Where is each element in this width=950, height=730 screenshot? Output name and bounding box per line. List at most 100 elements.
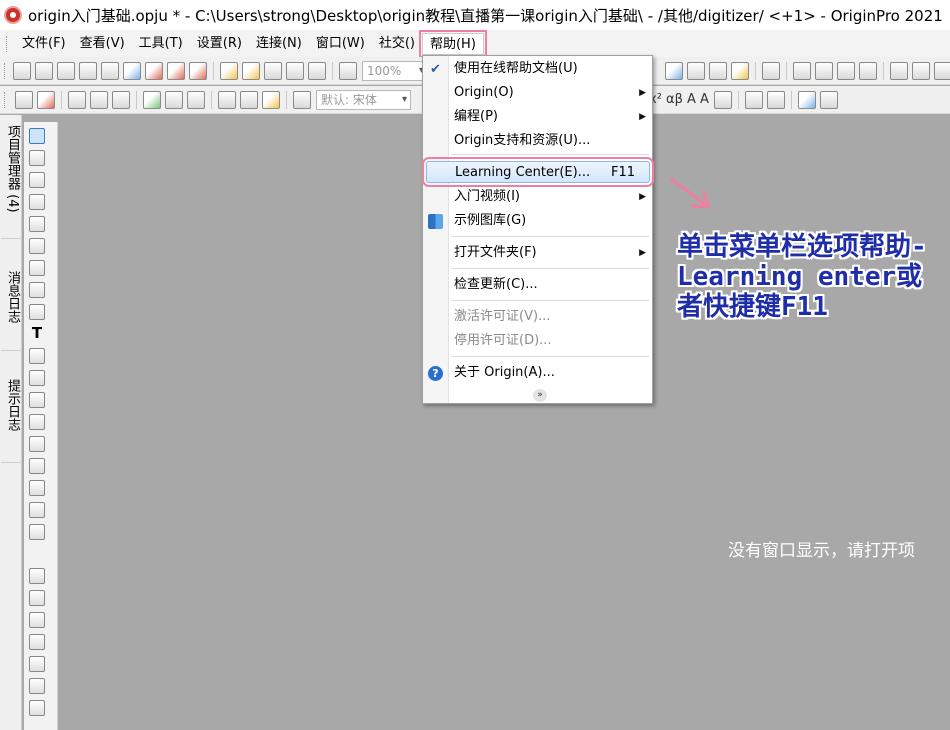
data-reader-tool-icon[interactable] bbox=[29, 238, 45, 254]
menu-item-check-updates[interactable]: 检查更新(C)... bbox=[423, 274, 652, 296]
zoom-in-tool-icon[interactable] bbox=[29, 150, 45, 166]
import-icon[interactable] bbox=[308, 61, 326, 80]
menu-tools[interactable]: 工具(T) bbox=[132, 33, 190, 55]
menu-item-origin[interactable]: Origin(O) ▶ bbox=[423, 82, 652, 104]
matrix-icon[interactable] bbox=[709, 61, 727, 80]
rectangle-tool-icon[interactable] bbox=[29, 414, 45, 430]
toolbar-separator bbox=[136, 90, 137, 109]
text-style-buttons[interactable]: x² αβ A A bbox=[649, 92, 709, 107]
folder-tool-icon[interactable] bbox=[29, 700, 45, 716]
zoom-out-tool-icon[interactable] bbox=[29, 172, 45, 188]
group-icon[interactable] bbox=[112, 90, 130, 109]
new-notes-icon[interactable] bbox=[167, 61, 185, 80]
menu-item-open-folder[interactable]: 打开文件夹(F) ▶ bbox=[423, 242, 652, 264]
mask-tool-icon[interactable] bbox=[29, 304, 45, 320]
pointer-tool-icon[interactable] bbox=[29, 128, 45, 144]
line-style-icon[interactable] bbox=[744, 90, 763, 109]
expand-menu-icon[interactable]: » bbox=[533, 389, 547, 402]
menu-item-about-origin[interactable]: ? 关于 Origin(A)... bbox=[423, 362, 652, 384]
data-selector-tool-icon[interactable] bbox=[29, 260, 45, 276]
arrow-tool-icon[interactable] bbox=[29, 370, 45, 386]
insert-graph-icon[interactable] bbox=[29, 458, 45, 474]
layer-icon[interactable] bbox=[15, 90, 33, 109]
new-layout-icon[interactable] bbox=[145, 61, 163, 80]
open-icon[interactable] bbox=[220, 61, 238, 80]
new-project-icon[interactable] bbox=[13, 61, 31, 80]
list-tool-icon[interactable] bbox=[29, 568, 45, 584]
tab-message-log[interactable]: 消息日志 bbox=[1, 265, 21, 351]
sort-icon[interactable] bbox=[837, 61, 855, 80]
statistics-icon[interactable] bbox=[793, 61, 811, 80]
menu-file[interactable]: 文件(F) bbox=[15, 33, 73, 55]
new-code-icon[interactable] bbox=[189, 61, 207, 80]
sum-icon[interactable] bbox=[815, 61, 833, 80]
font-combo[interactable]: 默认: 宋体 bbox=[316, 89, 411, 110]
insert-table-icon[interactable] bbox=[29, 480, 45, 496]
new-function-icon[interactable] bbox=[123, 61, 141, 80]
tab-hint-log[interactable]: 提示日志 bbox=[1, 373, 21, 463]
fill-color-icon[interactable] bbox=[797, 90, 816, 109]
region-tool-icon[interactable] bbox=[29, 282, 45, 298]
menu-item-support-resources[interactable]: Origin支持和资源(U)... bbox=[423, 130, 652, 152]
new-folder-icon[interactable] bbox=[35, 61, 53, 80]
screen-reader-tool-icon[interactable] bbox=[29, 216, 45, 232]
menu-view[interactable]: 查看(V) bbox=[73, 33, 132, 55]
menu-item-label: 编程(P) bbox=[454, 109, 498, 124]
recalculate-icon[interactable] bbox=[339, 61, 357, 80]
menu-item-learning-center[interactable]: Learning Center(E)... F11 bbox=[422, 157, 654, 187]
save-icon[interactable] bbox=[264, 61, 282, 80]
menu-social[interactable]: 社交() bbox=[372, 33, 422, 55]
copy-icon[interactable] bbox=[240, 90, 258, 109]
new-workbook-icon[interactable] bbox=[57, 61, 75, 80]
menu-help[interactable]: 帮助(H) bbox=[418, 29, 487, 58]
align-icon[interactable] bbox=[90, 90, 108, 109]
scale-tool-icon[interactable] bbox=[29, 194, 45, 210]
arrange-icon[interactable] bbox=[68, 90, 86, 109]
menu-item-intro-videos[interactable]: 入门视频(I) ▶ bbox=[423, 186, 652, 208]
menu-window[interactable]: 窗口(W) bbox=[309, 33, 372, 55]
text-tool-icon[interactable]: T bbox=[28, 324, 46, 342]
line-tool-icon[interactable] bbox=[29, 392, 45, 408]
script-tool-icon[interactable] bbox=[29, 634, 45, 650]
pattern-icon[interactable] bbox=[766, 90, 785, 109]
add-column-icon[interactable] bbox=[762, 61, 780, 80]
menu-item-sample-gallery[interactable]: 示例图库(G) bbox=[423, 210, 652, 232]
menu-item-online-help[interactable]: ✔ 使用在线帮助文档(U) bbox=[423, 58, 652, 80]
toolbar-separator bbox=[211, 90, 212, 109]
menu-connect[interactable]: 连接(N) bbox=[249, 33, 309, 55]
menu-settings[interactable]: 设置(R) bbox=[190, 33, 249, 55]
circle-tool-icon[interactable] bbox=[29, 590, 45, 606]
layer-tool-icon[interactable] bbox=[29, 524, 45, 540]
paste-icon[interactable] bbox=[262, 90, 280, 109]
submenu-arrow-icon: ▶ bbox=[639, 192, 646, 202]
menu-item-programming[interactable]: 编程(P) ▶ bbox=[423, 106, 652, 128]
font-style-icon[interactable] bbox=[293, 90, 311, 109]
open-template-icon[interactable] bbox=[242, 61, 260, 80]
save-template-icon[interactable] bbox=[286, 61, 304, 80]
new-matrix-icon[interactable] bbox=[101, 61, 119, 80]
line-color-icon[interactable] bbox=[819, 90, 838, 109]
menu-separator bbox=[451, 236, 649, 237]
cut-icon[interactable] bbox=[218, 90, 236, 109]
rescale-icon[interactable] bbox=[165, 90, 183, 109]
settings-icon[interactable] bbox=[731, 61, 749, 80]
globe-tool-icon[interactable] bbox=[29, 678, 45, 694]
hand-tool-icon[interactable] bbox=[29, 436, 45, 452]
grid-tool-icon[interactable] bbox=[29, 348, 45, 364]
fill-icon[interactable] bbox=[859, 61, 877, 80]
note-tool-icon[interactable] bbox=[29, 612, 45, 628]
line-chart-icon[interactable] bbox=[934, 61, 950, 80]
column-chart-icon[interactable] bbox=[912, 61, 930, 80]
spreadsheet-tool-icon[interactable] bbox=[29, 656, 45, 672]
merge-icon[interactable] bbox=[37, 90, 55, 109]
zoom-tool-icon[interactable] bbox=[665, 61, 683, 80]
tab-project-explorer[interactable]: 项目管理器 (4) bbox=[1, 119, 21, 239]
bar-chart-icon[interactable] bbox=[890, 61, 908, 80]
add-layer-icon[interactable] bbox=[143, 90, 161, 109]
worksheet-icon[interactable] bbox=[687, 61, 705, 80]
extract-icon[interactable] bbox=[187, 90, 205, 109]
zoom-combo[interactable]: 100% bbox=[362, 60, 428, 81]
align-text-icon[interactable] bbox=[713, 90, 732, 109]
new-graph-icon[interactable] bbox=[79, 61, 97, 80]
insert-image-icon[interactable] bbox=[29, 502, 45, 518]
